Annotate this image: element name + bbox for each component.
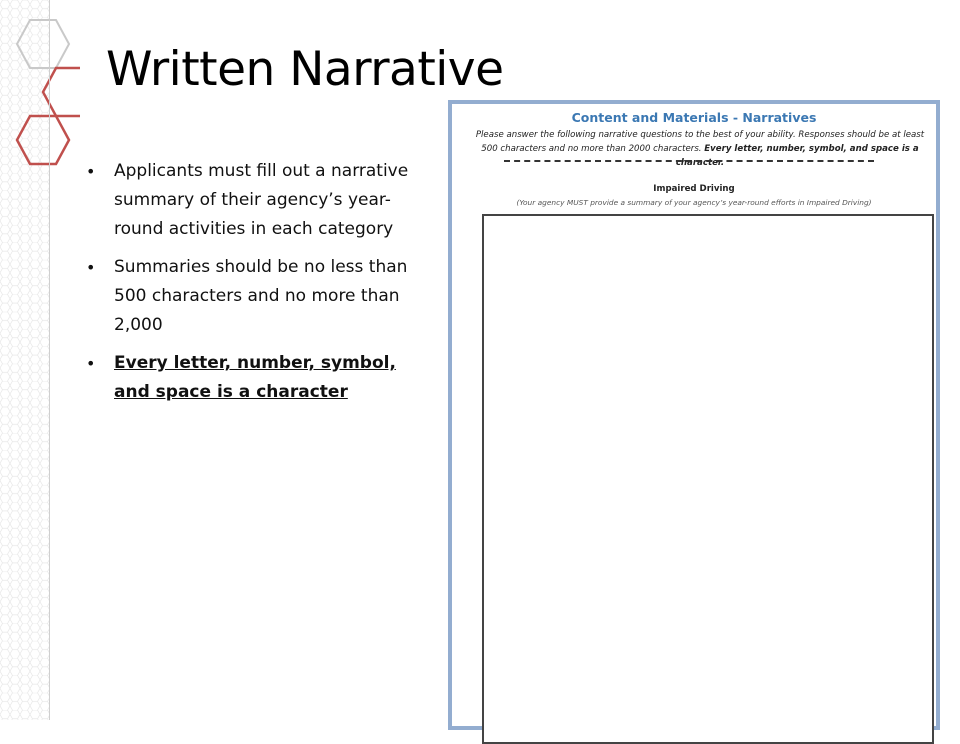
bullet-item-emphasis: Every letter, number, symbol, and space …: [86, 349, 436, 407]
dashed-separator: [504, 160, 874, 162]
bullet-item: Summaries should be no less than 500 cha…: [86, 253, 436, 340]
bullet-item: Applicants must fill out a narrative sum…: [86, 157, 436, 244]
section-note: (Your agency MUST provide a summary of y…: [516, 198, 872, 207]
narrative-answer-box[interactable]: [482, 214, 934, 744]
vertical-divider: [49, 0, 50, 720]
section-heading: Impaired Driving: [653, 184, 735, 194]
bullet-emphasis-text: Every letter, number, symbol, and space …: [114, 353, 396, 402]
hexagon-decoration: [0, 0, 80, 720]
form-screenshot: Content and Materials - Narratives Pleas…: [448, 100, 940, 744]
form-instructions-emphasis: Every letter, number, symbol, and space …: [675, 144, 919, 168]
form-instructions: Please answer the following narrative qu…: [472, 128, 928, 170]
slide-title: Written Narrative: [106, 42, 504, 97]
form-title: Content and Materials - Narratives: [571, 110, 817, 125]
bullet-list: Applicants must fill out a narrative sum…: [86, 157, 436, 416]
